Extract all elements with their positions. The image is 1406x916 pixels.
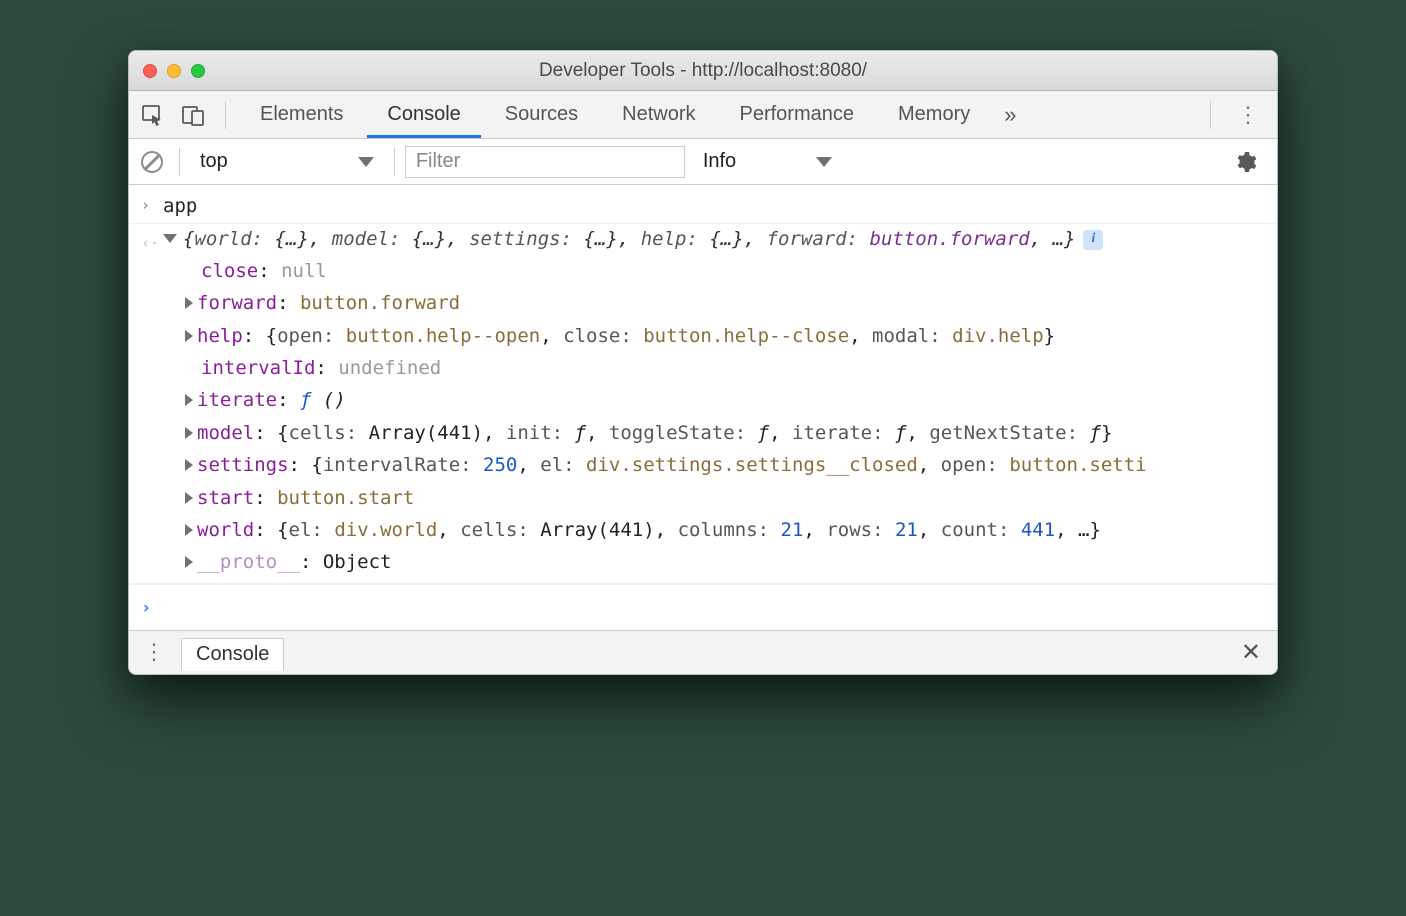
context-label: top <box>200 150 228 173</box>
disclosure-triangle-icon[interactable] <box>185 427 193 439</box>
window-title: Developer Tools - http://localhost:8080/ <box>129 60 1277 82</box>
prop-forward[interactable]: forward: button.forward <box>185 287 1277 319</box>
console-filterbar: top Filter Info <box>129 139 1277 185</box>
object-summary: {world: {…}, model: {…}, settings: {…}, … <box>183 224 1075 254</box>
level-label: Info <box>703 150 736 173</box>
separator <box>394 148 395 176</box>
devtools-window: Developer Tools - http://localhost:8080/… <box>128 50 1278 675</box>
chevron-down-icon <box>358 157 374 167</box>
clear-console-icon[interactable] <box>141 151 163 173</box>
titlebar: Developer Tools - http://localhost:8080/ <box>129 51 1277 91</box>
console-input[interactable] <box>163 591 1263 595</box>
tab-sources[interactable]: Sources <box>485 91 598 138</box>
output-chevron-icon: ‹· <box>141 231 159 255</box>
prop-model[interactable]: model: {cells: Array(441), init: ƒ, togg… <box>185 417 1277 449</box>
prompt-chevron-icon: › <box>141 591 163 622</box>
minimize-window-button[interactable] <box>167 64 181 78</box>
prop-start[interactable]: start: button.start <box>185 482 1277 514</box>
prop-settings[interactable]: settings: {intervalRate: 250, el: div.se… <box>185 449 1277 481</box>
prop-proto[interactable]: __proto__: Object <box>185 546 1277 578</box>
disclosure-triangle-open-icon[interactable] <box>163 234 177 243</box>
inspect-element-icon[interactable] <box>135 97 171 133</box>
prop-world[interactable]: world: {el: div.world, cells: Array(441)… <box>185 514 1277 546</box>
prop-help[interactable]: help: {open: button.help--open, close: b… <box>185 320 1277 352</box>
drawer-menu-button[interactable]: ⋮ <box>139 639 169 665</box>
prop-intervalid[interactable]: intervalId: undefined <box>185 352 1277 384</box>
tab-network[interactable]: Network <box>602 91 715 138</box>
object-summary-row[interactable]: ‹· {world: {…}, model: {…}, settings: {…… <box>129 224 1277 254</box>
tab-elements[interactable]: Elements <box>240 91 363 138</box>
tab-console[interactable]: Console <box>367 91 480 138</box>
console-settings-icon[interactable] <box>1223 150 1267 174</box>
disclosure-triangle-icon[interactable] <box>185 330 193 342</box>
separator <box>1210 101 1211 129</box>
disclosure-triangle-icon[interactable] <box>185 459 193 471</box>
disclosure-triangle-icon[interactable] <box>185 556 193 568</box>
separator <box>225 101 226 129</box>
traffic-lights <box>143 64 205 78</box>
panel-tabbar: Elements Console Sources Network Perform… <box>129 91 1277 139</box>
drawer-tab-console[interactable]: Console <box>181 638 284 671</box>
tabs-overflow-button[interactable]: » <box>994 102 1026 128</box>
context-selector[interactable]: top <box>190 150 384 173</box>
info-badge-icon[interactable]: i <box>1083 230 1103 250</box>
disclosure-triangle-icon[interactable] <box>185 394 193 406</box>
console-result-row: ‹· {world: {…}, model: {…}, settings: {…… <box>129 224 1277 583</box>
chevron-down-icon <box>816 157 832 167</box>
prop-iterate[interactable]: iterate: ƒ () <box>185 384 1277 416</box>
log-level-selector[interactable]: Info <box>695 150 832 173</box>
console-input-echo-row: › app <box>129 189 1277 224</box>
tab-memory[interactable]: Memory <box>878 91 990 138</box>
close-drawer-icon[interactable]: ✕ <box>1235 638 1267 667</box>
tab-performance[interactable]: Performance <box>720 91 875 138</box>
object-properties: close: null forward: button.forward help… <box>129 255 1277 583</box>
filter-placeholder: Filter <box>416 150 460 173</box>
settings-menu-button[interactable]: ⋮ <box>1225 102 1271 128</box>
input-chevron-icon: › <box>141 189 163 217</box>
prop-close[interactable]: close: null <box>185 255 1277 287</box>
disclosure-triangle-icon[interactable] <box>185 492 193 504</box>
separator <box>179 148 180 176</box>
disclosure-triangle-icon[interactable] <box>185 524 193 536</box>
drawer: ⋮ Console ✕ <box>129 630 1277 674</box>
disclosure-triangle-icon[interactable] <box>185 297 193 309</box>
input-command: app <box>163 189 1263 223</box>
console-prompt-row[interactable]: › <box>129 584 1277 624</box>
filter-input[interactable]: Filter <box>405 146 685 178</box>
close-window-button[interactable] <box>143 64 157 78</box>
zoom-window-button[interactable] <box>191 64 205 78</box>
device-toolbar-icon[interactable] <box>175 97 211 133</box>
console-output: › app ‹· {world: {…}, model: {…}, settin… <box>129 185 1277 630</box>
